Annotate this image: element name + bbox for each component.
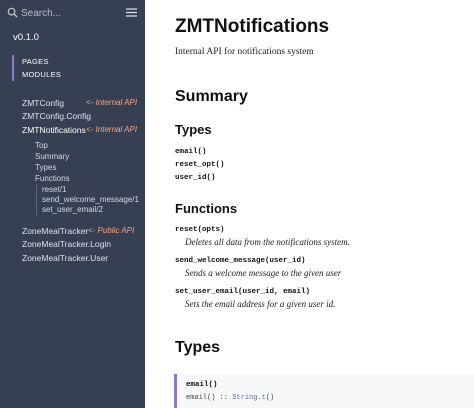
sidebar-function-list: reset/1 send_welcome_message/1 set_user_… — [36, 185, 139, 215]
sidebar-section-functions[interactable]: Functions — [35, 174, 70, 183]
sidebar-function-reset[interactable]: reset/1 — [42, 185, 139, 195]
sidebar: v0.1.0 PAGES MODULES ZMTConfig <- Intern… — [0, 0, 145, 408]
main-content: ZMTNotifications Internal API for notifi… — [146, 0, 474, 408]
page-title: ZMTNotifications — [175, 16, 330, 37]
summary-function-send-welcome-message-desc: Sends a welcome message to the given use… — [185, 268, 342, 278]
type-spec-suffix: () — [265, 394, 275, 402]
sidebar-function-send-welcome-message[interactable]: send_welcome_message/1 — [42, 195, 139, 205]
sidebar-tabs: PAGES MODULES — [12, 55, 61, 81]
page-description: Internal API for notifications system — [175, 47, 314, 57]
type-detail-email: email() email() :: String.t() — [174, 374, 474, 408]
sidebar-section-summary[interactable]: Summary — [35, 152, 69, 161]
sidebar-item-zmtconfig-config[interactable]: ZMTConfig.Config — [22, 111, 91, 121]
types-heading[interactable]: Types — [175, 339, 220, 357]
search-icon[interactable] — [7, 7, 18, 18]
tab-pages[interactable]: PAGES — [22, 55, 61, 68]
sidebar-annotation-zonemealtracker: <- Public API — [88, 226, 135, 235]
sidebar-item-zonemealtracker-user[interactable]: ZoneMealTracker.User — [22, 253, 108, 263]
summary-function-send-welcome-message[interactable]: send_welcome_message(user_id) — [175, 257, 306, 265]
sidebar-item-zonemealtracker-login[interactable]: ZoneMealTracker.Login — [22, 239, 111, 249]
tab-modules[interactable]: MODULES — [22, 68, 61, 81]
sidebar-function-set-user-email[interactable]: set_user_email/2 — [42, 205, 139, 215]
summary-heading[interactable]: Summary — [175, 88, 248, 106]
sidebar-annotation-zmtconfig: <- Internal API — [86, 98, 138, 107]
version-label: v0.1.0 — [13, 32, 39, 43]
sidebar-section-top[interactable]: Top — [35, 141, 48, 150]
type-detail-email-spec: email() :: String.t() — [186, 394, 274, 402]
summary-type-reset-opt[interactable]: reset_opt() — [175, 161, 225, 169]
sidebar-annotation-zmtnotifications: <- Internal API — [86, 125, 138, 134]
sidebar-item-zonemealtracker[interactable]: ZoneMealTracker — [22, 226, 88, 236]
summary-function-reset[interactable]: reset(opts) — [175, 226, 225, 234]
summary-function-reset-desc: Deletes all data from the notifications … — [185, 237, 350, 247]
summary-type-user-id[interactable]: user_id() — [175, 174, 216, 182]
type-spec-prefix: email() :: — [186, 394, 233, 402]
search-input[interactable] — [21, 4, 117, 22]
summary-type-email[interactable]: email() — [175, 148, 207, 156]
type-spec-link[interactable]: String.t — [232, 394, 266, 402]
sidebar-item-zmtconfig[interactable]: ZMTConfig — [22, 98, 64, 108]
hamburger-menu-icon[interactable] — [126, 7, 137, 18]
summary-function-set-user-email[interactable]: set_user_email(user_id, email) — [175, 288, 310, 296]
type-detail-email-title[interactable]: email() — [186, 381, 218, 389]
search-bar — [7, 4, 137, 22]
sidebar-section-types[interactable]: Types — [35, 163, 56, 172]
summary-function-set-user-email-desc: Sets the email address for a given user … — [185, 299, 336, 309]
sidebar-item-zmtnotifications[interactable]: ZMTNotifications — [22, 125, 86, 135]
summary-types-heading: Types — [175, 122, 212, 137]
summary-functions-heading: Functions — [175, 201, 238, 216]
